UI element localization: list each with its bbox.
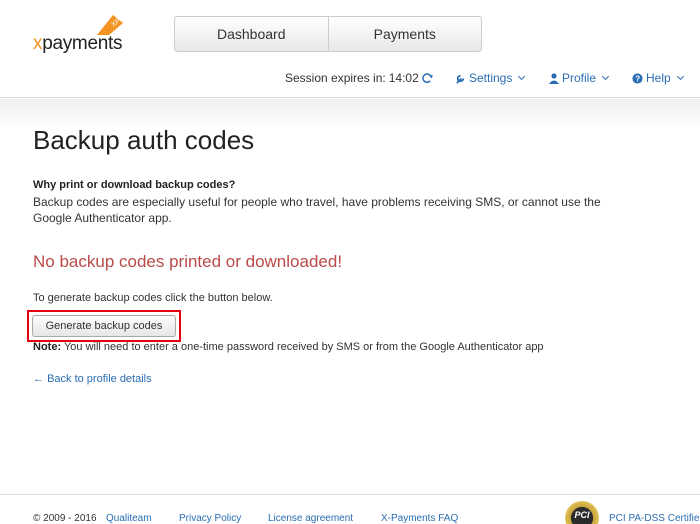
profile-label: Profile	[562, 71, 597, 85]
chevron-down-icon	[518, 72, 526, 81]
pci-certified-link[interactable]: PCI PA-DSS Certifie	[609, 513, 699, 524]
header: XP xpayments Dashboard Payments Session …	[0, 0, 700, 98]
tab-payments[interactable]: Payments	[327, 17, 482, 51]
alert-message: No backup codes printed or downloaded!	[33, 252, 343, 271]
back-link-label: Back to profile details	[47, 373, 152, 385]
note-text: Note: You will need to enter a one-time …	[33, 341, 544, 353]
question-heading: Why print or download backup codes?	[33, 179, 236, 191]
tab-dashboard[interactable]: Dashboard	[175, 17, 328, 51]
button-highlight: Generate backup codes	[27, 310, 181, 342]
sub-nav: Session expires in: 14:02 Settings Profi…	[0, 71, 700, 85]
profile-menu[interactable]: Profile	[549, 71, 610, 85]
copyright: © 2009 - 2016	[33, 513, 97, 524]
session-label: Session expires in:	[285, 71, 386, 85]
back-to-profile-link[interactable]: ← Back to profile details	[33, 373, 152, 385]
settings-label: Settings	[469, 71, 513, 85]
xpayments-logo[interactable]: XP xpayments	[33, 13, 143, 58]
settings-menu[interactable]: Settings	[455, 71, 526, 85]
privacy-policy-link[interactable]: Privacy Policy	[179, 513, 241, 524]
arrow-left-icon: ←	[33, 373, 44, 385]
pci-badge-icon: PCI	[565, 501, 599, 524]
qualiteam-link[interactable]: Qualiteam	[106, 513, 152, 524]
session-time: 14:02	[388, 71, 419, 85]
instruction-text: To generate backup codes click the butto…	[33, 292, 273, 304]
note-body: You will need to enter a one-time passwo…	[63, 341, 544, 353]
explanation-text: Backup codes are especially useful for p…	[33, 195, 601, 225]
license-agreement-link[interactable]: License agreement	[268, 513, 353, 524]
chevron-down-icon	[601, 72, 610, 81]
logo-text: xpayments	[33, 33, 123, 54]
wrench-icon	[456, 74, 465, 84]
user-icon	[549, 72, 559, 84]
main-content: Backup auth codes Why print or download …	[0, 99, 700, 494]
page-title: Backup auth codes	[33, 125, 255, 155]
session-timer: Session expires in: 14:02	[285, 71, 433, 85]
refresh-icon[interactable]	[422, 72, 433, 84]
generate-backup-codes-button[interactable]: Generate backup codes	[32, 315, 176, 337]
logo-badge-icon: XP	[97, 15, 123, 35]
help-label: Help	[646, 71, 671, 85]
help-menu[interactable]: ? Help	[632, 71, 684, 85]
note-label: Note:	[33, 341, 62, 353]
question-circle-icon: ?	[632, 72, 643, 83]
chevron-down-icon	[676, 72, 684, 81]
faq-link[interactable]: X-Payments FAQ	[381, 513, 458, 524]
svg-text:?: ?	[635, 74, 640, 83]
top-nav: Dashboard Payments	[174, 16, 482, 52]
footer: © 2009 - 2016 Qualiteam Privacy Policy L…	[0, 494, 700, 524]
